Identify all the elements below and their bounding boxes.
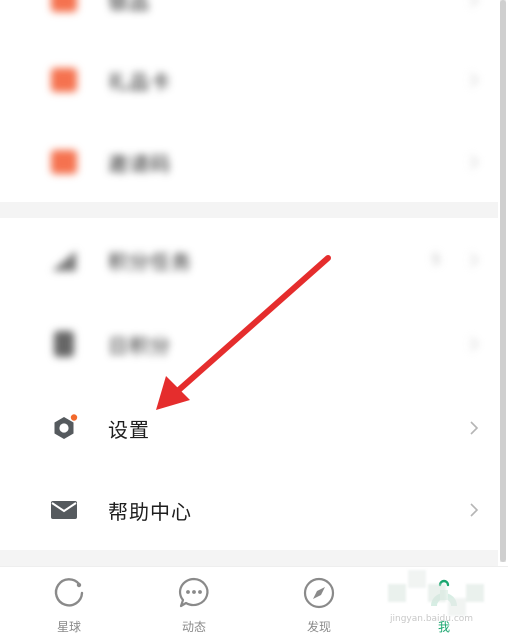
chevron-right-icon bbox=[466, 72, 482, 88]
menu-item-blurred[interactable]: 礼品卡 bbox=[0, 38, 498, 122]
scrollbar-thumb[interactable] bbox=[500, 0, 506, 562]
menu-item-badge: 5 bbox=[432, 252, 441, 268]
gear-icon bbox=[48, 412, 80, 444]
menu-item-label: 积分任务 bbox=[108, 249, 192, 274]
scrollbar[interactable] bbox=[500, 0, 506, 562]
menu-item-label: 礼品卡 bbox=[108, 69, 171, 94]
chevron-right-icon bbox=[466, 420, 482, 436]
chevron-right-icon bbox=[466, 502, 482, 518]
menu-item-icon bbox=[48, 0, 80, 16]
chat-bubble-icon bbox=[176, 575, 212, 610]
tab-label: 星球 bbox=[56, 620, 81, 634]
menu-item-settings[interactable]: 设置 bbox=[0, 386, 498, 470]
calendar-icon bbox=[48, 328, 80, 360]
menu-item-icon bbox=[48, 64, 80, 96]
menu-item-blurred[interactable]: 日积分 bbox=[0, 302, 498, 386]
menu-item-label: 帮助中心 bbox=[108, 499, 192, 524]
chevron-right-icon bbox=[466, 336, 482, 352]
menu-item-blurred[interactable]: 银品 bbox=[0, 0, 498, 42]
menu-item-label: 银品 bbox=[108, 0, 150, 14]
menu-item-label: 设置 bbox=[108, 417, 150, 442]
planet-icon bbox=[51, 575, 87, 610]
tab-label: 动态 bbox=[181, 620, 206, 634]
profile-menu-screen: 银品 礼品卡 邀请码 积分任务 5 日积分 设置 帮助中心 星球 动态 发现 我… bbox=[0, 0, 524, 636]
signal-icon bbox=[48, 244, 80, 276]
section-divider bbox=[0, 202, 498, 218]
section-divider bbox=[0, 550, 498, 566]
menu-item-icon bbox=[48, 146, 80, 178]
tab-label: 发现 bbox=[306, 620, 331, 634]
chevron-right-icon bbox=[466, 252, 482, 268]
mail-icon bbox=[48, 494, 80, 526]
menu-item-label: 邀请码 bbox=[108, 151, 171, 176]
watermark-text: jingyan.baidu.com bbox=[390, 614, 474, 624]
menu-item-help-center[interactable]: 帮助中心 bbox=[0, 468, 498, 552]
menu-item-blurred[interactable]: 邀请码 bbox=[0, 120, 498, 204]
menu-item-label: 日积分 bbox=[108, 333, 171, 358]
chevron-right-icon bbox=[466, 154, 482, 170]
chevron-right-icon bbox=[466, 0, 482, 8]
tab-moments[interactable]: 动态 bbox=[154, 575, 234, 635]
menu-item-blurred[interactable]: 积分任务 5 bbox=[0, 218, 498, 302]
compass-icon bbox=[301, 575, 337, 610]
tab-discover[interactable]: 发现 bbox=[279, 575, 359, 635]
tab-planet[interactable]: 星球 bbox=[29, 575, 109, 635]
